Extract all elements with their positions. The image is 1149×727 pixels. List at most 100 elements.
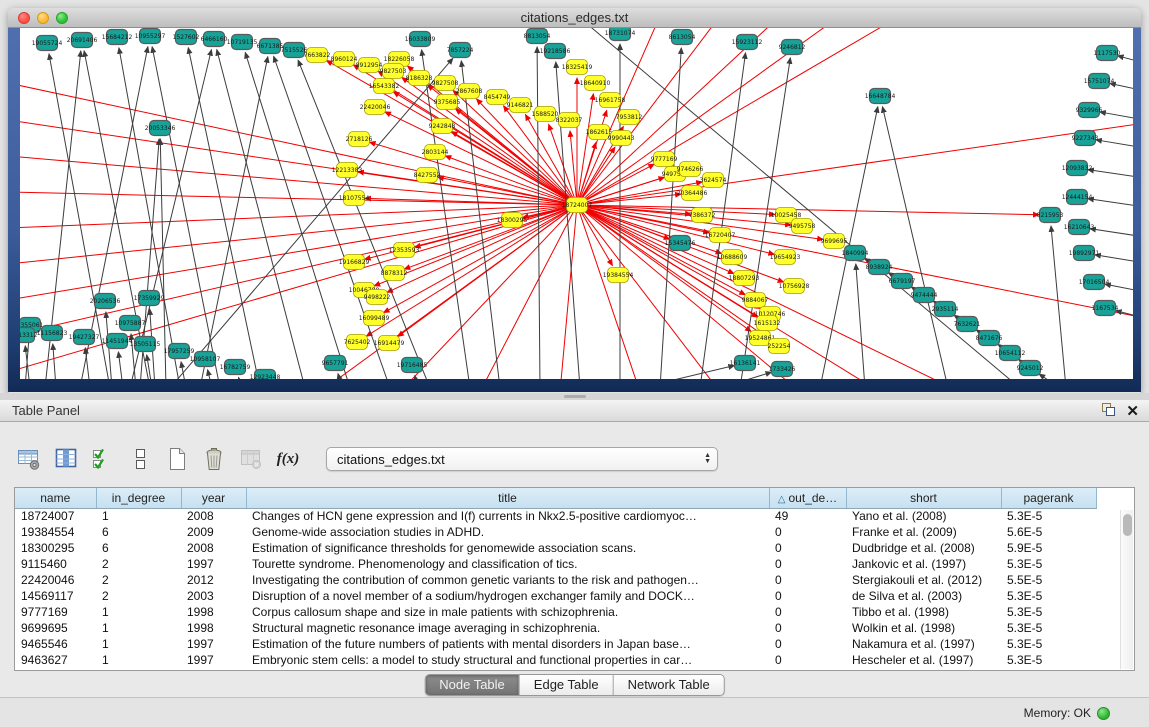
table-cell[interactable]: 5.3E-5: [1001, 620, 1096, 636]
graph-edge[interactable]: [208, 370, 212, 379]
table-cell[interactable]: 0: [769, 652, 846, 668]
table-cell[interactable]: 5.3E-5: [1001, 588, 1096, 604]
delete-columns-button[interactable]: [199, 443, 229, 475]
network-graph-canvas[interactable]: 1872400719055724206914061568421210955297…: [20, 28, 1133, 379]
column-header[interactable]: pagerank: [1001, 488, 1096, 508]
table-cell[interactable]: 19384554: [15, 524, 96, 540]
table-cell[interactable]: Estimation of significance thresholds fo…: [246, 540, 769, 556]
table-cell[interactable]: 0: [769, 540, 846, 556]
graph-edge[interactable]: [582, 211, 720, 379]
table-cell[interactable]: 6: [96, 524, 181, 540]
graph-edge[interactable]: [130, 50, 211, 379]
graph-edge[interactable]: [882, 107, 948, 379]
graph-edge[interactable]: [84, 51, 150, 379]
graph-edge[interactable]: [85, 348, 90, 379]
table-row[interactable]: 2242004622012Investigating the contribut…: [15, 572, 1096, 588]
graph-edge[interactable]: [400, 211, 572, 379]
graph-edge[interactable]: [1088, 170, 1133, 178]
column-header[interactable]: year: [181, 488, 246, 508]
table-cell[interactable]: 0: [769, 604, 846, 620]
graph-edge[interactable]: [537, 47, 540, 379]
graph-edge[interactable]: [556, 62, 580, 379]
graph-edge[interactable]: [415, 376, 418, 379]
table-cell[interactable]: 0: [769, 556, 846, 572]
table-cell[interactable]: 1997: [181, 556, 246, 572]
table-cell[interactable]: 1997: [181, 636, 246, 652]
table-cell[interactable]: 9699695: [15, 620, 96, 636]
table-cell[interactable]: 2008: [181, 540, 246, 556]
graph-edge[interactable]: [370, 142, 570, 202]
table-cell[interactable]: 1997: [181, 652, 246, 668]
table-cell[interactable]: 0: [769, 620, 846, 636]
column-header[interactable]: in_degree: [96, 488, 181, 508]
column-header[interactable]: name: [15, 488, 96, 508]
table-cell[interactable]: Wolkin et al. (1998): [846, 620, 1001, 636]
splitter-handle[interactable]: [564, 395, 586, 398]
graph-edge[interactable]: [1088, 199, 1133, 207]
column-header[interactable]: short: [846, 488, 1001, 508]
table-cell[interactable]: 5.5E-5: [1001, 572, 1096, 588]
table-cell[interactable]: 18300295: [15, 540, 96, 556]
graph-edge[interactable]: [217, 50, 305, 379]
graph-edge[interactable]: [720, 372, 771, 379]
table-cell[interactable]: 2: [96, 572, 181, 588]
table-cell[interactable]: 0: [769, 572, 846, 588]
table-cell[interactable]: Embryonic stem cells: a model to study s…: [246, 652, 769, 668]
graph-edge[interactable]: [461, 61, 500, 379]
table-cell[interactable]: Yano et al. (2008): [846, 508, 1001, 524]
graph-edge[interactable]: [480, 212, 573, 379]
table-cell[interactable]: 5.3E-5: [1001, 556, 1096, 572]
table-cell[interactable]: 0: [769, 588, 846, 604]
table-cell[interactable]: 1: [96, 636, 181, 652]
graph-edge[interactable]: [1090, 229, 1133, 237]
table-cell[interactable]: 1998: [181, 604, 246, 620]
graph-edge[interactable]: [53, 344, 56, 379]
table-cell[interactable]: Nakamura et al. (1997): [846, 636, 1001, 652]
select-rows-button[interactable]: [88, 443, 118, 475]
graph-edge[interactable]: [560, 213, 576, 379]
graph-edge[interactable]: [1100, 112, 1133, 120]
graph-edge[interactable]: [1095, 255, 1133, 263]
graph-edge[interactable]: [238, 377, 242, 379]
table-cell[interactable]: Hescheler et al. (1997): [846, 652, 1001, 668]
table-mode-button[interactable]: [14, 443, 44, 475]
table-cell[interactable]: de Silva et al. (2003): [846, 588, 1001, 604]
table-cell[interactable]: 0: [769, 636, 846, 652]
table-cell[interactable]: Corpus callosum shape and size in male p…: [246, 604, 769, 620]
table-row[interactable]: 911546021997Tourette syndrome. Phenomeno…: [15, 556, 1096, 572]
table-cell[interactable]: 1: [96, 620, 181, 636]
graph-edge[interactable]: [585, 194, 681, 204]
table-row[interactable]: 946362711997Embryonic stem cells: a mode…: [15, 652, 1096, 668]
table-cell[interactable]: 2003: [181, 588, 246, 604]
table-cell[interactable]: 14569117: [15, 588, 96, 604]
graph-edge[interactable]: [1051, 226, 1066, 379]
table-cell[interactable]: 2: [96, 588, 181, 604]
table-cell[interactable]: 9777169: [15, 604, 96, 620]
table-cell[interactable]: 5.9E-5: [1001, 540, 1096, 556]
tab-edge-table[interactable]: Edge Table: [520, 675, 614, 695]
tab-network-table[interactable]: Network Table: [614, 675, 724, 695]
table-cell[interactable]: 1998: [181, 620, 246, 636]
show-columns-button[interactable]: [51, 443, 81, 475]
delete-table-button[interactable]: [236, 443, 266, 475]
table-cell[interactable]: Estimation of the future numbers of pati…: [246, 636, 769, 652]
table-cell[interactable]: 2012: [181, 572, 246, 588]
table-cell[interactable]: Franke et al. (2009): [846, 524, 1001, 540]
network-window-titlebar[interactable]: citations_edges.txt: [8, 8, 1141, 28]
table-cell[interactable]: 1: [96, 604, 181, 620]
table-cell[interactable]: Changes of HCN gene expression and I(f) …: [246, 508, 769, 524]
table-cell[interactable]: 9465546: [15, 636, 96, 652]
table-row[interactable]: 946554611997Estimation of the future num…: [15, 636, 1096, 652]
table-row[interactable]: 977716911998Corpus callosum shape and si…: [15, 604, 1096, 620]
float-panel-icon[interactable]: [1101, 402, 1116, 422]
graph-edge[interactable]: [20, 206, 569, 300]
table-cell[interactable]: 18724007: [15, 508, 96, 524]
table-cell[interactable]: 1: [96, 508, 181, 524]
graph-edge[interactable]: [1096, 140, 1133, 148]
table-cell[interactable]: Dudbridge et al. (2008): [846, 540, 1001, 556]
column-header[interactable]: title: [246, 488, 769, 508]
table-row[interactable]: 1456911722003Disruption of a novel membe…: [15, 588, 1096, 604]
table-cell[interactable]: 0: [769, 524, 846, 540]
table-row[interactable]: 969969511998Structural magnetic resonanc…: [15, 620, 1096, 636]
table-scrollbar[interactable]: [1120, 510, 1133, 669]
